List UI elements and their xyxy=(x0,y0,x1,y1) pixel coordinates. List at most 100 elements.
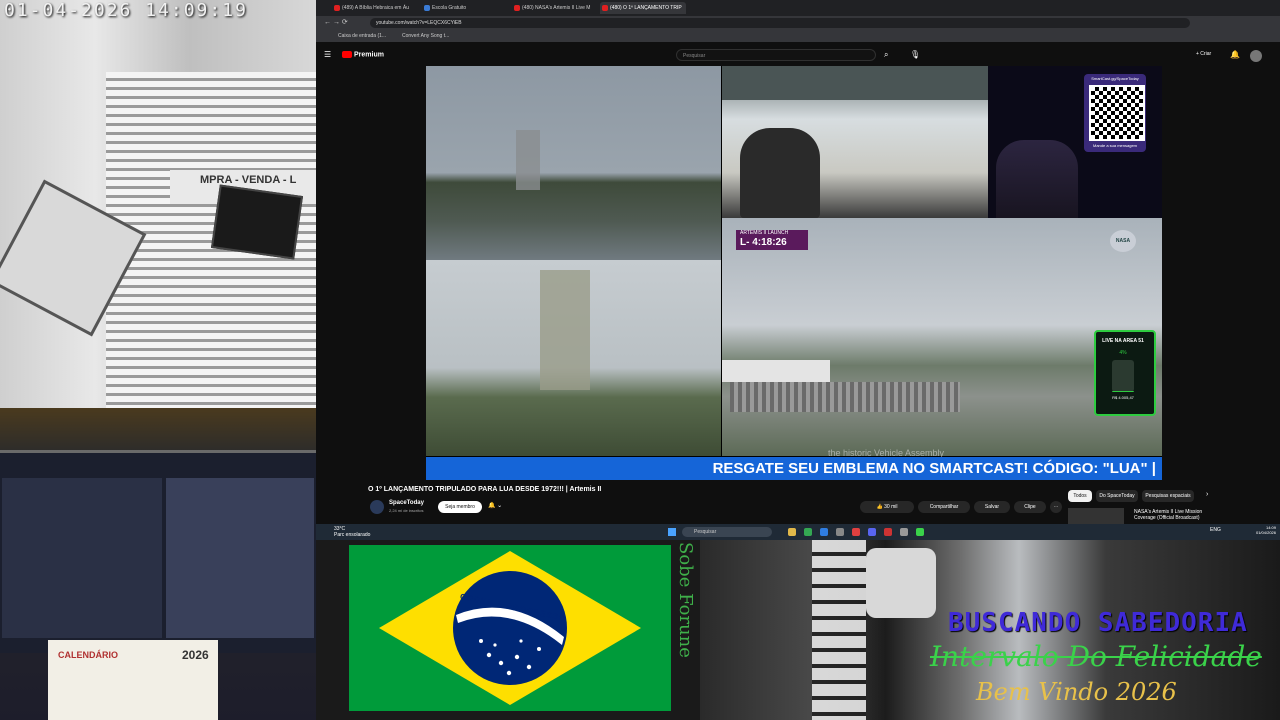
calendar-year: 2026 xyxy=(182,648,209,662)
clip-button[interactable]: Clipe xyxy=(1014,501,1046,513)
share-button[interactable]: Compartilhar xyxy=(918,501,970,513)
overlay-text-2: Intervalo Do Felicidade xyxy=(930,640,1262,673)
live-widget-amount: R$ 4.005,47 xyxy=(1112,395,1134,400)
chip-all[interactable]: Todos xyxy=(1068,490,1092,502)
launch-tower-1 xyxy=(516,130,540,190)
hanging-laptop-dark xyxy=(210,184,304,260)
channel-avatar[interactable] xyxy=(370,500,384,514)
youtube-logo[interactable]: Premium xyxy=(342,51,384,58)
discord-icon[interactable] xyxy=(868,528,876,536)
search-icon[interactable]: ⌕ xyxy=(884,50,888,60)
video-title: O 1º LANÇAMENTO TRIPULADO PARA LUA DESDE… xyxy=(368,486,602,493)
bookmark-2[interactable]: Convert Any Song t... xyxy=(402,30,449,42)
create-button[interactable]: + Criar xyxy=(1196,51,1211,57)
clock-date: 01/04/2026 xyxy=(1255,530,1276,535)
bookmark-1[interactable]: Caixa de entrada (1... xyxy=(338,30,386,42)
taskbar-search[interactable]: Pesquisar xyxy=(682,527,772,537)
qr-bottom-text: Mande a sua mensagem xyxy=(1092,143,1138,148)
goal-progress-fill xyxy=(1112,390,1134,392)
menu-icon[interactable]: ☰ xyxy=(324,50,331,59)
bookmarks-bar: Caixa de entrada (1... Convert Any Song … xyxy=(316,30,1280,42)
join-button[interactable]: Seja membro xyxy=(438,501,482,513)
qr-top-text: SmartCast.gg/SpaceToday xyxy=(1091,76,1139,81)
launch-label: ARTEMIS II LAUNCH xyxy=(740,230,789,236)
youtube-tab-icon xyxy=(514,5,520,11)
tab-label: (480) O 1º LANÇAMENTO TRIP xyxy=(610,5,682,11)
app-green-icon[interactable] xyxy=(916,528,924,536)
parked-car xyxy=(866,548,936,618)
windows-start-icon[interactable] xyxy=(668,528,676,536)
language-indicator[interactable]: ENG xyxy=(1210,527,1221,533)
security-camera-feed: MPRA - VENDA - L xyxy=(0,0,316,408)
edge-icon[interactable] xyxy=(820,528,828,536)
weather-desc: Parc ensolarado xyxy=(334,532,371,538)
side-label: Sobe Forune xyxy=(675,542,696,658)
window-bars xyxy=(812,540,866,720)
recommendation-title[interactable]: NASA's Artemis II Live Mission Coverage … xyxy=(1134,509,1214,521)
media-icon[interactable] xyxy=(884,528,892,536)
page-tab-icon xyxy=(424,5,430,11)
camera-timestamp: 01-04-2026 14:09:19 xyxy=(4,0,248,21)
tab-label: (480) NASA's Artemis II Live M xyxy=(522,5,591,11)
chrome-icon[interactable] xyxy=(804,528,812,536)
microphone-icon[interactable]: 🎙 xyxy=(910,50,920,59)
settings-icon[interactable] xyxy=(900,528,908,536)
youtube-tab-icon xyxy=(334,5,340,11)
channel-name[interactable]: SpaceToday xyxy=(389,500,424,506)
app-icon[interactable] xyxy=(836,528,844,536)
parking-lot xyxy=(730,382,960,412)
youtube-play-icon xyxy=(342,51,352,58)
reporter-person xyxy=(740,128,820,218)
qr-code-icon xyxy=(1089,85,1145,141)
nasa-logo-icon: NASA xyxy=(1110,230,1136,252)
subscriber-count: 2,24 mi de inscritos xyxy=(389,508,424,513)
building xyxy=(722,360,830,382)
save-label: Salvar xyxy=(984,504,1000,510)
ticker-banner: RESGATE SEU EMBLEMA NO SMARTCAST! CÓDIGO… xyxy=(426,457,1162,480)
tab-2[interactable]: Escola Gratuito xyxy=(422,2,508,14)
clip-label: Clipe xyxy=(1024,504,1036,510)
streamer-person xyxy=(996,140,1078,218)
youtube-tab-icon xyxy=(602,5,608,11)
search-input[interactable]: Pesquisar xyxy=(676,49,876,61)
file-explorer-icon[interactable] xyxy=(788,528,796,536)
chevron-right-icon[interactable]: › xyxy=(1206,491,1208,498)
tab-4-active[interactable]: (480) O 1º LANÇAMENTO TRIP xyxy=(600,2,686,14)
shop-sign-text: MPRA - VENDA - L xyxy=(200,174,297,186)
bell-icon[interactable]: 🔔 ⌄ xyxy=(488,502,502,509)
windows-taskbar xyxy=(316,524,1280,540)
save-button[interactable]: Salvar xyxy=(974,501,1010,513)
monitor-pane-left xyxy=(2,478,162,638)
live-widget-title: LIVE NA AREA 51 xyxy=(1102,338,1144,344)
nav-arrows-icon[interactable]: ← → ⟳ xyxy=(324,18,348,26)
share-label: Compartilhar xyxy=(929,504,959,510)
url-field[interactable]: youtube.com/watch?v=LEQCX6CYiEB xyxy=(370,18,1190,28)
avatar[interactable] xyxy=(1250,50,1262,62)
tab-1[interactable]: (489) A Bíblia Hebraica em Áu xyxy=(332,2,418,14)
tab-label: Escola Gratuito xyxy=(432,5,467,11)
brazil-flag-graphic xyxy=(379,551,641,705)
chip-space[interactable]: Pesquisas espaciais xyxy=(1142,490,1194,502)
more-options-icon[interactable]: ⋯ xyxy=(1050,501,1062,513)
overlay-text-3: Bem Vindo 2026 xyxy=(976,678,1177,706)
countdown-clock: L- 4:18:26 xyxy=(740,237,787,248)
overlay-text-1: BUSCANDO SABEDORIA xyxy=(948,608,1248,638)
calendar-title: CALENDÁRIO xyxy=(58,650,118,660)
logo-text: Premium xyxy=(354,51,384,59)
tab-label: (489) A Bíblia Hebraica em Áu xyxy=(342,5,409,11)
launchpad-feed-1 xyxy=(426,66,721,260)
like-button[interactable]: 👍 30 mil xyxy=(860,501,914,513)
monitor-pane-right xyxy=(166,478,314,638)
launch-tower-2 xyxy=(540,270,590,390)
like-count: 30 mil xyxy=(884,504,898,510)
tab-3[interactable]: (480) NASA's Artemis II Live M xyxy=(512,2,598,14)
system-clock[interactable]: 14:09 01/04/2026 xyxy=(1232,525,1276,535)
bell-icon[interactable]: 🔔 xyxy=(1230,50,1240,59)
overpass xyxy=(722,66,988,100)
goal-progress-bar xyxy=(1112,360,1134,392)
chip-channel[interactable]: Do SpaceToday xyxy=(1096,490,1138,502)
brazil-flag: ORDEM E PROGRESSO xyxy=(349,545,671,711)
weather-widget[interactable]: 33°C Parc ensolarado xyxy=(334,526,370,538)
obs-icon[interactable] xyxy=(852,528,860,536)
live-widget-percent: 4% xyxy=(1119,350,1127,356)
